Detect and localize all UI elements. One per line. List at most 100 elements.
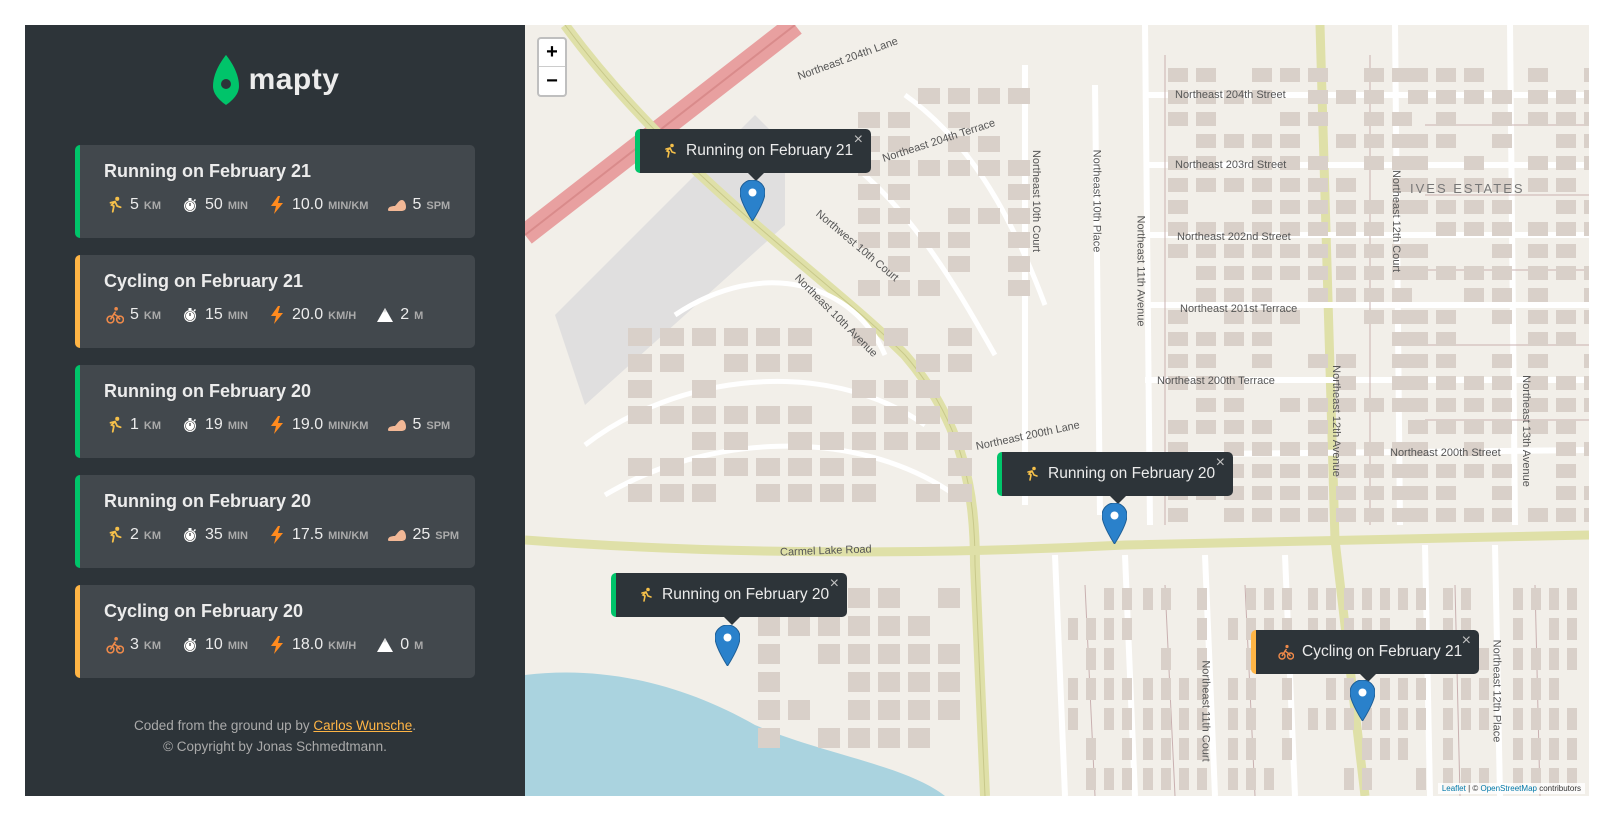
workout-details: 2 km 35 min 17.5 min/km 25 spm — [104, 526, 459, 544]
map[interactable]: Northeast 204th Lane Northeast 204th Ter… — [525, 25, 1589, 796]
workout-details: 5 km 50 min 10.0 min/km 5 spm — [104, 196, 455, 214]
map-attribution: Leaflet | © OpenStreetMap contributors — [1437, 783, 1585, 794]
stopwatch-icon — [179, 526, 201, 544]
workout-distance: 2 km — [104, 526, 161, 544]
workout-duration: 10 min — [179, 636, 248, 654]
speed-value: 17.5 — [291, 526, 324, 543]
app: mapty Running on February 21 5 km 50 min… — [25, 25, 1589, 796]
workout-extra: 2 m — [374, 306, 423, 324]
workout-distance: 5 km — [104, 306, 161, 324]
stopwatch-icon — [179, 636, 201, 654]
duration-unit: min — [227, 310, 248, 322]
popup-tip — [723, 617, 740, 625]
runner-icon — [1024, 466, 1040, 482]
workout-popup[interactable]: Running on February 20 × — [611, 573, 847, 625]
workout-duration: 50 min — [179, 196, 248, 214]
extra-unit: spm — [426, 200, 451, 212]
speed-value: 10.0 — [291, 196, 324, 213]
duration-value: 15 — [205, 306, 223, 323]
street-label: Northeast 203rd Street — [1175, 159, 1287, 171]
popup-close-button[interactable]: × — [854, 131, 863, 149]
map-marker-icon[interactable] — [740, 180, 765, 221]
speed-unit: min/km — [328, 530, 369, 542]
street-label: Northeast 200th Street — [1390, 447, 1501, 459]
workout-details: 5 km 15 min 20.0 km/h 2 m — [104, 306, 455, 324]
osm-link[interactable]: OpenStreetMap — [1480, 784, 1536, 793]
map-marker-icon[interactable] — [1102, 503, 1127, 544]
popup-close-button[interactable]: × — [1462, 632, 1471, 650]
popup-close-button[interactable]: × — [1216, 454, 1225, 472]
footprint-icon — [386, 416, 408, 434]
distance-value: 1 — [130, 416, 139, 433]
lightning-icon — [266, 416, 288, 434]
runner-icon — [662, 143, 678, 159]
leaflet-link[interactable]: Leaflet — [1442, 784, 1466, 793]
duration-value: 10 — [205, 636, 223, 653]
runner-icon — [104, 196, 126, 214]
distance-unit: km — [143, 530, 162, 542]
speed-value: 19.0 — [291, 416, 324, 433]
workout-speed: 10.0 min/km — [266, 196, 368, 214]
map-marker-icon[interactable] — [1350, 680, 1375, 721]
workout-card-running[interactable]: Running on February 20 2 km 35 min 17.5 … — [75, 475, 475, 568]
author-link[interactable]: Carlos Wunsche — [313, 718, 412, 733]
workout-popup[interactable]: Running on February 20 × — [997, 452, 1233, 504]
street-label: Northeast 11th Avenue — [1134, 215, 1147, 327]
runner-icon — [104, 526, 126, 544]
workout-extra: 0 m — [374, 636, 423, 654]
popup-close-button[interactable]: × — [830, 575, 839, 593]
zoom-in-button[interactable]: + — [539, 39, 565, 67]
credit-suffix: . — [412, 718, 416, 733]
lightning-icon — [266, 636, 288, 654]
extra-value: 5 — [412, 196, 422, 213]
map-marker-icon[interactable] — [715, 625, 740, 666]
speed-value: 18.0 — [291, 636, 324, 653]
workout-speed: 20.0 km/h — [266, 306, 356, 324]
extra-value: 5 — [412, 416, 422, 433]
popup-label: Running on February 20 — [1048, 465, 1216, 482]
distance-value: 3 — [130, 636, 139, 653]
zoom-out-button[interactable]: − — [539, 67, 565, 95]
distance-value: 5 — [130, 306, 139, 323]
credit-line: Coded from the ground up by Carlos Wunsc… — [25, 715, 525, 736]
stopwatch-icon — [179, 416, 201, 434]
workout-card-cycling[interactable]: Cycling on February 20 3 km 10 min 18.0 … — [75, 585, 475, 678]
workout-duration: 15 min — [179, 306, 248, 324]
lightning-icon — [266, 306, 288, 324]
workout-card-cycling[interactable]: Cycling on February 21 5 km 15 min 20.0 … — [75, 255, 475, 348]
duration-value: 50 — [205, 196, 223, 213]
workout-extra: 5 spm — [386, 416, 450, 434]
extra-value: 0 — [400, 636, 410, 653]
speed-value: 20.0 — [291, 306, 324, 323]
cyclist-icon — [104, 306, 126, 324]
duration-unit: min — [227, 530, 248, 542]
cyclist-icon — [1278, 644, 1294, 660]
street-label: Northeast 10th Court — [1030, 149, 1043, 253]
footprint-icon — [386, 196, 408, 214]
workout-duration: 35 min — [179, 526, 248, 544]
popup-label: Cycling on February 21 — [1302, 643, 1463, 660]
duration-value: 35 — [205, 526, 223, 543]
workout-title: Running on February 20 — [104, 491, 312, 511]
extra-value: 25 — [412, 526, 431, 543]
workout-title: Running on February 20 — [104, 381, 312, 401]
workout-speed: 17.5 min/km — [266, 526, 368, 544]
distance-unit: km — [143, 640, 162, 652]
workout-speed: 19.0 min/km — [266, 416, 368, 434]
duration-unit: min — [227, 420, 248, 432]
workout-popup[interactable]: Running on February 21 × — [635, 129, 871, 181]
runner-icon — [638, 587, 654, 603]
workout-details: 1 km 19 min 19.0 min/km 5 spm — [104, 416, 455, 434]
workout-popup[interactable]: Cycling on February 21 × — [1251, 630, 1479, 682]
distance-value: 2 — [130, 526, 139, 543]
footprint-icon — [386, 526, 408, 544]
workout-speed: 18.0 km/h — [266, 636, 356, 654]
workout-distance: 5 km — [104, 196, 161, 214]
sidebar: mapty Running on February 21 5 km 50 min… — [25, 25, 525, 796]
workout-card-running[interactable]: Running on February 20 1 km 19 min 19.0 … — [75, 365, 475, 458]
workout-title: Cycling on February 20 — [104, 601, 304, 621]
logo-text: mapty — [248, 63, 340, 96]
distance-unit: km — [143, 310, 162, 322]
workout-card-running[interactable]: Running on February 21 5 km 50 min 10.0 … — [75, 145, 475, 238]
workout-distance: 3 km — [104, 636, 161, 654]
